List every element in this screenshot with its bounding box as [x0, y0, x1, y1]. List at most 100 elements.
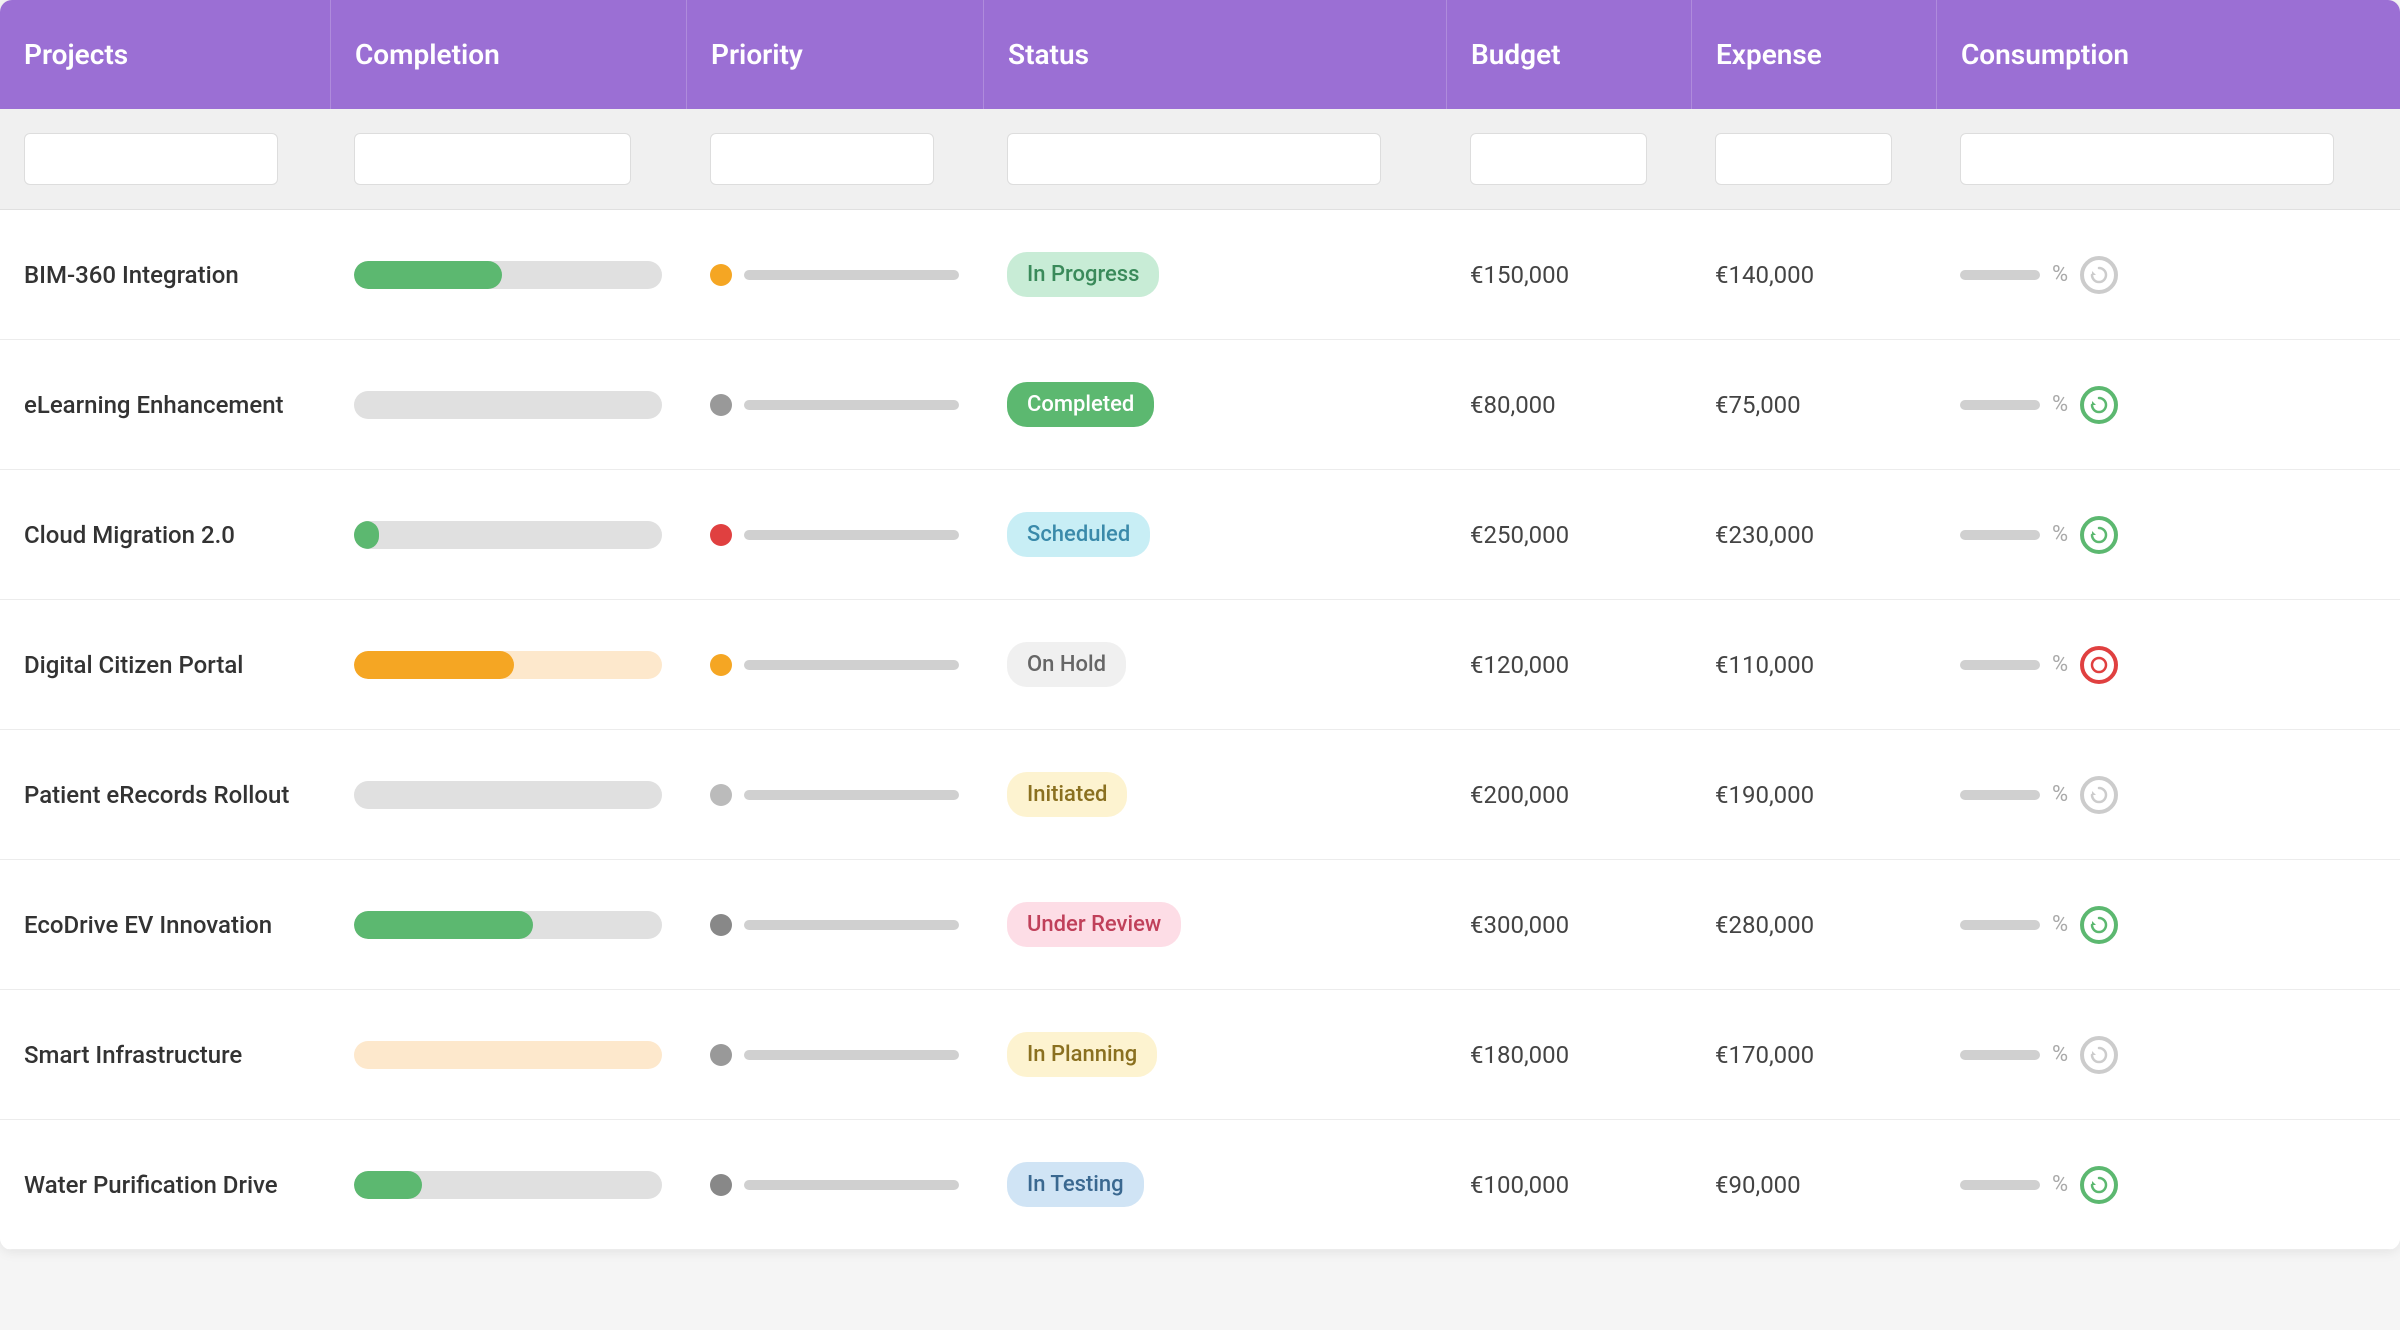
budget-cell: €250,000: [1446, 501, 1691, 569]
consumption-cell: %: [1936, 1016, 2400, 1094]
completion-cell: [330, 1151, 686, 1219]
completion-bar-container: [354, 1041, 662, 1069]
consumption-filter-input[interactable]: [1960, 133, 2334, 185]
table-row: BIM-360 IntegrationIn Progress€150,000€1…: [0, 210, 2400, 340]
consumption-cell: %: [1936, 626, 2400, 704]
consumption-percent: %: [2052, 392, 2068, 417]
table-header: Projects Completion Priority Status Budg…: [0, 0, 2400, 109]
priority-cell: [686, 244, 983, 306]
table-row: eLearning Enhancement Completed €80,000 €75…: [0, 340, 2400, 470]
status-badge: Completed: [1007, 382, 1154, 427]
project-name-cell: Water Purification Drive: [0, 1151, 330, 1219]
budget-cell: €300,000: [1446, 891, 1691, 959]
completion-filter-input[interactable]: [354, 133, 631, 185]
completion-bar-container: [354, 521, 662, 549]
priority-bar: [744, 530, 959, 540]
col-header-status: Status: [983, 0, 1446, 109]
status-filter-input[interactable]: [1007, 133, 1381, 185]
completion-bar-container: [354, 651, 662, 679]
expense-cell: €140,000: [1691, 241, 1936, 309]
priority-cell: [686, 634, 983, 696]
status-cell: Completed: [983, 362, 1446, 447]
priority-container: [710, 524, 959, 546]
budget-value: €200,000: [1470, 781, 1569, 809]
priority-bar: [744, 270, 959, 280]
consumption-container: %: [1960, 516, 2376, 554]
table-row: Smart InfrastructureIn Planning€180,000€…: [0, 990, 2400, 1120]
project-name-cell: Patient eRecords Rollout: [0, 761, 330, 829]
budget-filter-input[interactable]: [1470, 133, 1647, 185]
priority-filter-input[interactable]: [710, 133, 934, 185]
budget-value: €150,000: [1470, 261, 1569, 289]
completion-cell: [330, 241, 686, 309]
expense-cell: €280,000: [1691, 891, 1936, 959]
consumption-container: %: [1960, 646, 2376, 684]
budget-value: €250,000: [1470, 521, 1569, 549]
completion-cell: [330, 501, 686, 569]
projects-filter-input[interactable]: [24, 133, 278, 185]
expense-cell: €90,000: [1691, 1151, 1936, 1219]
expense-filter-input[interactable]: [1715, 133, 1892, 185]
table-row: Patient eRecords Rollout Initiated €200,00…: [0, 730, 2400, 860]
completion-bar-container: [354, 1171, 662, 1199]
filter-projects: [0, 125, 330, 193]
consumption-circle-icon: [2080, 1036, 2118, 1074]
priority-container: [710, 654, 959, 676]
project-name: Cloud Migration 2.0: [24, 521, 235, 549]
priority-bar: [744, 660, 959, 670]
consumption-circle-icon: [2080, 256, 2118, 294]
expense-value: €230,000: [1715, 521, 1814, 549]
consumption-circle-icon: [2080, 776, 2118, 814]
expense-value: €75,000: [1715, 391, 1801, 419]
budget-value: €300,000: [1470, 911, 1569, 939]
priority-dot-icon: [710, 654, 732, 676]
projects-table: Projects Completion Priority Status Budg…: [0, 0, 2400, 1250]
consumption-cell: %: [1936, 366, 2400, 444]
project-name-cell: Digital Citizen Portal: [0, 631, 330, 699]
project-name: BIM-360 Integration: [24, 261, 239, 289]
priority-container: [710, 1174, 959, 1196]
completion-bar-container: [354, 781, 662, 809]
consumption-cell: %: [1936, 1146, 2400, 1224]
expense-cell: €110,000: [1691, 631, 1936, 699]
priority-bar: [744, 1050, 959, 1060]
completion-cell: [330, 761, 686, 829]
project-name-cell: Smart Infrastructure: [0, 1021, 330, 1089]
consumption-percent: %: [2052, 1172, 2068, 1197]
priority-container: [710, 914, 959, 936]
consumption-cell: %: [1936, 886, 2400, 964]
project-name: eLearning Enhancement: [24, 391, 284, 419]
priority-bar: [744, 1180, 959, 1190]
budget-cell: €150,000: [1446, 241, 1691, 309]
col-header-consumption: Consumption: [1936, 0, 2400, 109]
completion-cell: [330, 891, 686, 959]
expense-cell: €170,000: [1691, 1021, 1936, 1089]
budget-cell: €80,000: [1446, 371, 1691, 439]
project-name-cell: eLearning Enhancement: [0, 371, 330, 439]
consumption-container: %: [1960, 776, 2376, 814]
budget-cell: €200,000: [1446, 761, 1691, 829]
budget-value: €80,000: [1470, 391, 1556, 419]
consumption-bar: [1960, 270, 2040, 280]
consumption-percent: %: [2052, 262, 2068, 287]
consumption-bar: [1960, 1180, 2040, 1190]
table-body: BIM-360 IntegrationIn Progress€150,000€1…: [0, 210, 2400, 1250]
expense-value: €140,000: [1715, 261, 1814, 289]
priority-dot-icon: [710, 264, 732, 286]
filter-completion: [330, 125, 686, 193]
status-badge: Under Review: [1007, 902, 1181, 947]
consumption-cell: %: [1936, 236, 2400, 314]
filter-consumption: [1936, 125, 2400, 193]
filter-budget: [1446, 125, 1691, 193]
priority-bar: [744, 790, 959, 800]
project-name-cell: EcoDrive EV Innovation: [0, 891, 330, 959]
status-cell: Under Review: [983, 882, 1446, 967]
consumption-circle-icon: [2080, 1166, 2118, 1204]
consumption-circle-icon: [2080, 646, 2118, 684]
priority-bar: [744, 400, 959, 410]
priority-dot-icon: [710, 394, 732, 416]
status-cell: Initiated: [983, 752, 1446, 837]
status-cell: In Testing: [983, 1142, 1446, 1227]
filter-row: [0, 109, 2400, 210]
completion-bar-fill: [354, 1171, 422, 1199]
